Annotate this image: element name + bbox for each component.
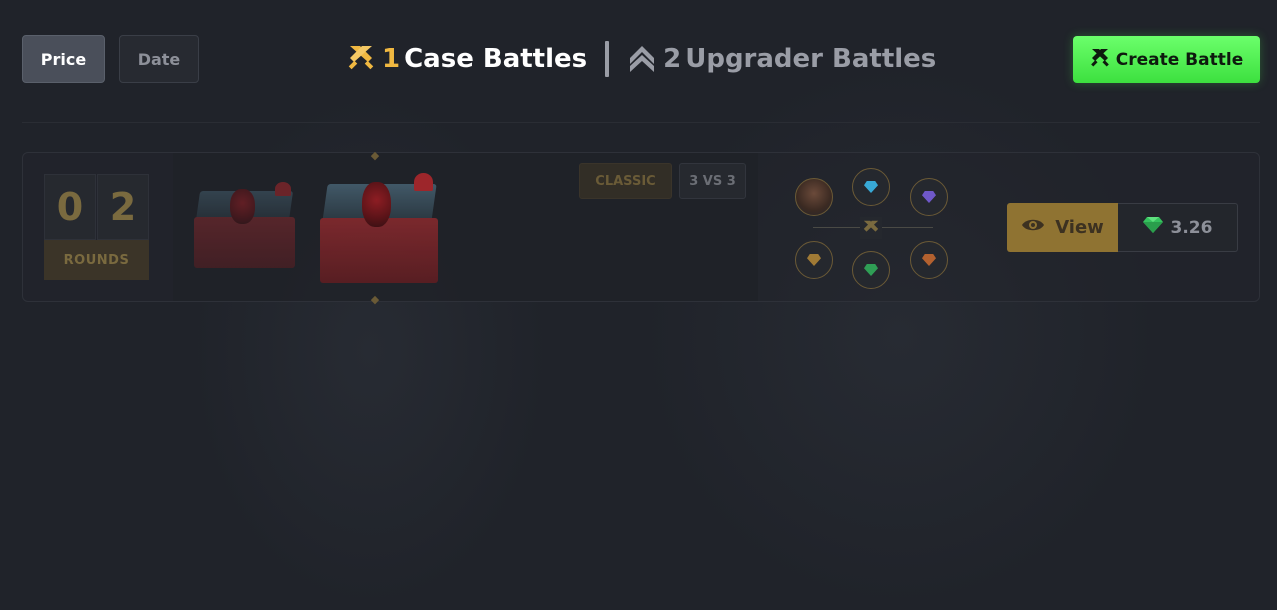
price-value: 3.26 <box>1170 217 1213 238</box>
upgrader-battles-count: 2 <box>663 44 682 74</box>
chevron-up-icon: ◆ <box>370 292 380 306</box>
crossed-swords-icon <box>346 42 376 76</box>
empty-slot-gold-gem[interactable] <box>795 241 833 279</box>
gem-icon <box>922 191 936 203</box>
crossed-swords-icon <box>860 217 882 239</box>
player-slots <box>793 165 953 289</box>
gem-icon <box>864 264 878 276</box>
case-image <box>194 180 295 268</box>
sort-date-button[interactable]: Date <box>119 35 199 83</box>
empty-slot-green-gem[interactable] <box>852 251 890 289</box>
upgrader-battles-tab[interactable]: 2 Upgrader Battles <box>627 42 936 76</box>
create-battle-button[interactable]: Create Battle <box>1073 36 1260 83</box>
battle-card[interactable]: 0 2 ROUNDS ◆ ◆ CLASSIC 3 VS 3 View 3.26 <box>22 148 1260 306</box>
rounds-digit: 0 <box>44 174 96 240</box>
empty-slot-purple-gem[interactable] <box>910 178 948 216</box>
case-battles-tab[interactable]: 1 Case Battles <box>346 42 587 76</box>
case-battles-count: 1 <box>382 44 401 74</box>
case-battles-label: Case Battles <box>404 44 588 74</box>
battle-mode-switch: 1 Case Battles 2 Upgrader Battles <box>346 35 936 83</box>
eye-icon <box>1021 217 1045 238</box>
header-divider <box>22 122 1260 123</box>
rounds-digit: 2 <box>97 174 149 240</box>
rounds-label: ROUNDS <box>44 240 149 280</box>
case-image-current <box>320 171 438 283</box>
upgrader-battles-label: Upgrader Battles <box>685 44 937 74</box>
view-battle-button[interactable]: View <box>1007 203 1118 252</box>
battle-mode-tag: CLASSIC <box>579 163 672 199</box>
empty-slot-orange-gem[interactable] <box>910 241 948 279</box>
create-battle-label: Create Battle <box>1115 49 1244 70</box>
background-art <box>0 0 1277 610</box>
player-avatar[interactable] <box>795 178 833 216</box>
gem-icon <box>922 254 936 266</box>
chevrons-up-icon <box>627 42 657 76</box>
view-label: View <box>1055 217 1104 238</box>
sort-price-button[interactable]: Price <box>22 35 105 83</box>
empty-slot-blue-gem[interactable] <box>852 168 890 206</box>
gem-icon <box>1142 216 1163 239</box>
rounds-counter: 0 2 ROUNDS <box>44 174 151 282</box>
crossed-swords-icon <box>1090 47 1110 72</box>
mode-separator <box>605 41 610 77</box>
gem-icon <box>807 254 821 266</box>
top-bar: Price Date 1 Case Battles 2 Upgrader Bat… <box>22 35 1260 83</box>
teams-tag: 3 VS 3 <box>679 163 746 199</box>
battle-price: 3.26 <box>1118 203 1238 252</box>
chevron-down-icon: ◆ <box>370 148 380 162</box>
gem-icon <box>864 181 878 193</box>
